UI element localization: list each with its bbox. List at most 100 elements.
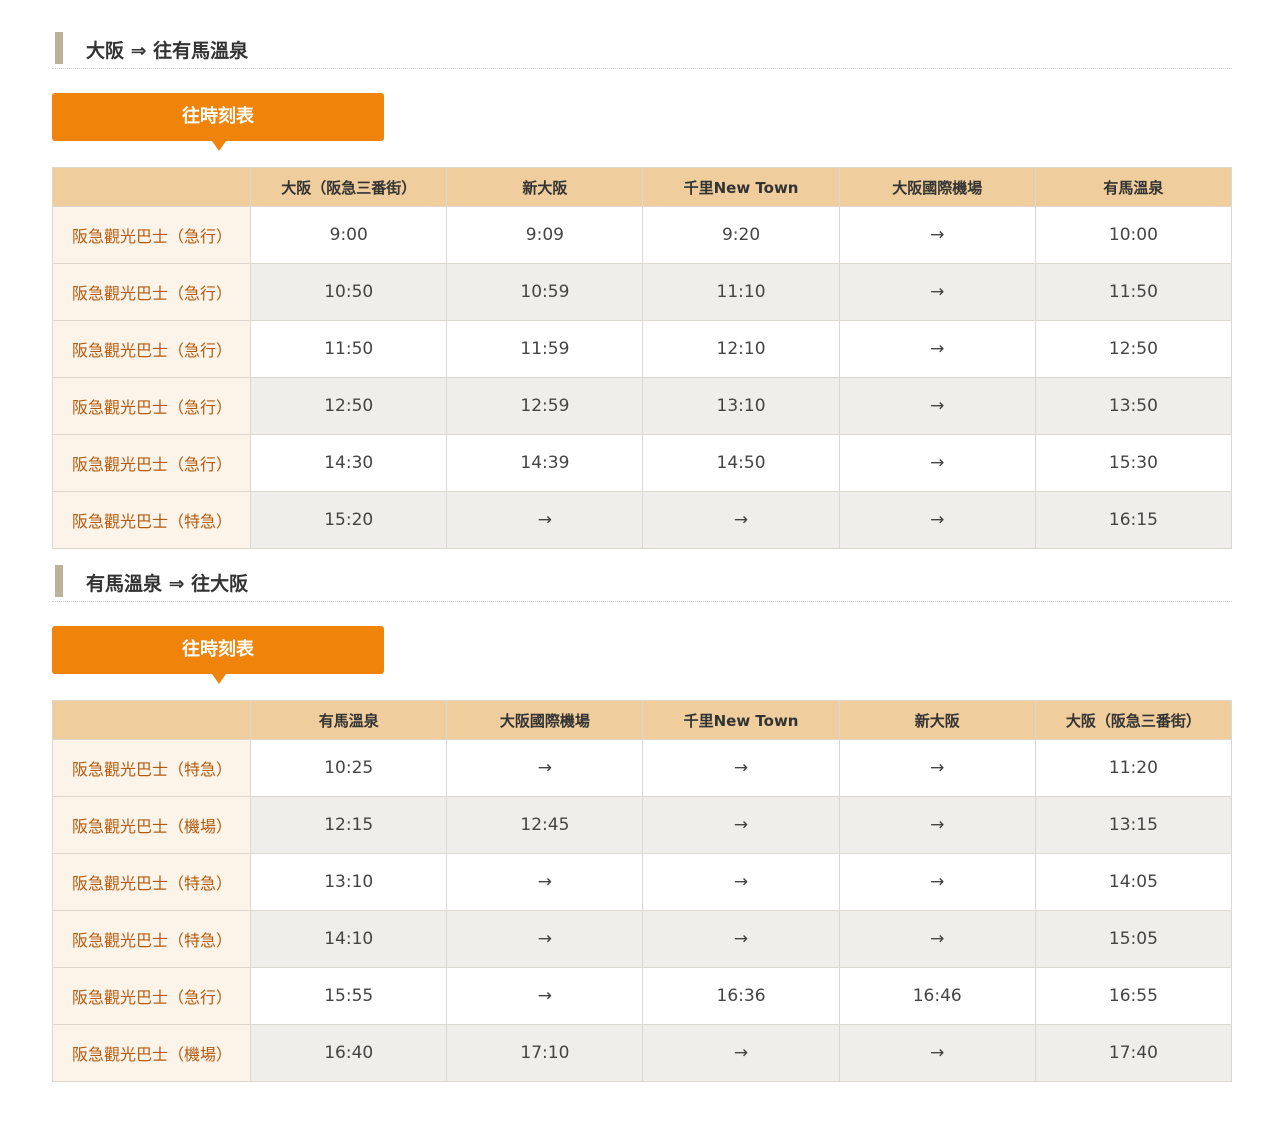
time-cell: → xyxy=(838,377,1036,435)
bus-service-label: 阪急觀光巴士（特急） xyxy=(51,910,252,968)
time-cell: 13:10 xyxy=(642,377,840,435)
header-cell-stop: 有馬溫泉 xyxy=(250,700,448,740)
time-cell: 9:00 xyxy=(250,206,448,264)
header-cell-blank xyxy=(51,700,252,740)
time-cell: → xyxy=(838,739,1036,797)
table-header-row: 有馬溫泉 大阪國際機場 千里New Town 新大阪 大阪（阪急三番街） xyxy=(51,700,1233,740)
time-cell: → xyxy=(838,796,1036,854)
timetable-arima-to-osaka: 有馬溫泉 大阪國際機場 千里New Town 新大阪 大阪（阪急三番街） 阪急觀… xyxy=(51,700,1233,1082)
tab-caret-icon xyxy=(212,141,226,151)
table-row: 阪急觀光巴士（機場） 12:15 12:45 → → 13:15 xyxy=(51,796,1233,854)
time-cell: 12:59 xyxy=(446,377,644,435)
time-cell: 14:50 xyxy=(642,434,840,492)
time-cell: 16:36 xyxy=(642,967,840,1025)
table-row: 阪急觀光巴士（特急） 13:10 → → → 14:05 xyxy=(51,853,1233,911)
table-header-row: 大阪（阪急三番街） 新大阪 千里New Town 大阪國際機場 有馬溫泉 xyxy=(51,167,1233,207)
header-cell-stop: 有馬溫泉 xyxy=(1034,167,1233,207)
time-cell: → xyxy=(838,853,1036,911)
bus-service-label: 阪急觀光巴士（特急） xyxy=(51,491,252,549)
time-cell: 12:50 xyxy=(1034,320,1233,378)
table-row: 阪急觀光巴士（特急） 14:10 → → → 15:05 xyxy=(51,910,1233,968)
time-cell: 9:20 xyxy=(642,206,840,264)
time-cell: 14:39 xyxy=(446,434,644,492)
time-cell: 9:09 xyxy=(446,206,644,264)
time-cell: → xyxy=(838,910,1036,968)
table-row: 阪急觀光巴士（特急） 10:25 → → → 11:20 xyxy=(51,739,1233,797)
time-cell: → xyxy=(446,967,644,1025)
time-cell: 16:46 xyxy=(838,967,1036,1025)
time-cell: 15:05 xyxy=(1034,910,1233,968)
table-row: 阪急觀光巴士（急行） 14:30 14:39 14:50 → 15:30 xyxy=(51,434,1233,492)
bus-service-label: 阪急觀光巴士（急行） xyxy=(51,434,252,492)
table-row: 阪急觀光巴士（急行） 12:50 12:59 13:10 → 13:50 xyxy=(51,377,1233,435)
header-cell-stop: 千里New Town xyxy=(642,700,840,740)
time-cell: → xyxy=(838,491,1036,549)
time-cell: → xyxy=(642,853,840,911)
time-cell: → xyxy=(642,796,840,854)
time-cell: → xyxy=(838,1024,1036,1082)
time-cell: 15:30 xyxy=(1034,434,1233,492)
section-heading-arima-to-osaka: 有馬溫泉 ⇒ 往大阪 xyxy=(52,561,1232,602)
header-cell-stop: 大阪國際機場 xyxy=(838,167,1036,207)
time-cell: → xyxy=(446,853,644,911)
time-cell: 16:40 xyxy=(250,1024,448,1082)
time-cell: 14:30 xyxy=(250,434,448,492)
table-row: 阪急觀光巴士（急行） 11:50 11:59 12:10 → 12:50 xyxy=(51,320,1233,378)
bus-service-label: 阪急觀光巴士（急行） xyxy=(51,320,252,378)
time-cell: → xyxy=(446,491,644,549)
time-cell: → xyxy=(642,739,840,797)
bus-service-label: 阪急觀光巴士（機場） xyxy=(51,1024,252,1082)
header-cell-stop: 大阪國際機場 xyxy=(446,700,644,740)
time-cell: → xyxy=(642,491,840,549)
time-cell: 11:50 xyxy=(1034,263,1233,321)
bus-service-label: 阪急觀光巴士（特急） xyxy=(51,739,252,797)
tab-caret-icon xyxy=(212,674,226,684)
timetable-tab[interactable]: 往時刻表 xyxy=(52,93,384,151)
table-row: 阪急觀光巴士（機場） 16:40 17:10 → → 17:40 xyxy=(51,1024,1233,1082)
time-cell: 12:45 xyxy=(446,796,644,854)
bus-service-label: 阪急觀光巴士（急行） xyxy=(51,967,252,1025)
bus-service-label: 阪急觀光巴士（急行） xyxy=(51,263,252,321)
time-cell: 13:50 xyxy=(1034,377,1233,435)
time-cell: 10:00 xyxy=(1034,206,1233,264)
time-cell: 11:20 xyxy=(1034,739,1233,797)
time-cell: → xyxy=(838,434,1036,492)
table-row: 阪急觀光巴士（急行） 9:00 9:09 9:20 → 10:00 xyxy=(51,206,1233,264)
time-cell: → xyxy=(446,739,644,797)
section-title: 有馬溫泉 ⇒ 往大阪 xyxy=(86,573,249,595)
table-row: 阪急觀光巴士（急行） 10:50 10:59 11:10 → 11:50 xyxy=(51,263,1233,321)
bus-service-label: 阪急觀光巴士（特急） xyxy=(51,853,252,911)
header-cell-stop: 新大阪 xyxy=(446,167,644,207)
table-row: 阪急觀光巴士（特急） 15:20 → → → 16:15 xyxy=(51,491,1233,549)
time-cell: 13:10 xyxy=(250,853,448,911)
section-title: 大阪 ⇒ 往有馬溫泉 xyxy=(86,40,249,62)
time-cell: → xyxy=(446,910,644,968)
timetable-tab-label: 往時刻表 xyxy=(182,106,254,127)
timetable-tab[interactable]: 往時刻表 xyxy=(52,626,384,684)
bus-service-label: 阪急觀光巴士（急行） xyxy=(51,206,252,264)
bus-service-label: 阪急觀光巴士（急行） xyxy=(51,377,252,435)
time-cell: 16:55 xyxy=(1034,967,1233,1025)
time-cell: → xyxy=(642,910,840,968)
time-cell: 16:15 xyxy=(1034,491,1233,549)
time-cell: 10:50 xyxy=(250,263,448,321)
header-cell-stop: 新大阪 xyxy=(838,700,1036,740)
time-cell: 17:40 xyxy=(1034,1024,1233,1082)
header-cell-stop: 千里New Town xyxy=(642,167,840,207)
time-cell: 12:10 xyxy=(642,320,840,378)
time-cell: 17:10 xyxy=(446,1024,644,1082)
header-cell-stop: 大阪（阪急三番街） xyxy=(1034,700,1233,740)
time-cell: → xyxy=(838,206,1036,264)
bus-service-label: 阪急觀光巴士（機場） xyxy=(51,796,252,854)
time-cell: 10:59 xyxy=(446,263,644,321)
time-cell: 12:15 xyxy=(250,796,448,854)
table-row: 阪急觀光巴士（急行） 15:55 → 16:36 16:46 16:55 xyxy=(51,967,1233,1025)
time-cell: 11:50 xyxy=(250,320,448,378)
time-cell: 14:10 xyxy=(250,910,448,968)
time-cell: 10:25 xyxy=(250,739,448,797)
time-cell: 12:50 xyxy=(250,377,448,435)
heading-accent-bar xyxy=(55,32,63,64)
time-cell: 15:20 xyxy=(250,491,448,549)
section-heading-osaka-to-arima: 大阪 ⇒ 往有馬溫泉 xyxy=(52,28,1232,69)
time-cell: 13:15 xyxy=(1034,796,1233,854)
